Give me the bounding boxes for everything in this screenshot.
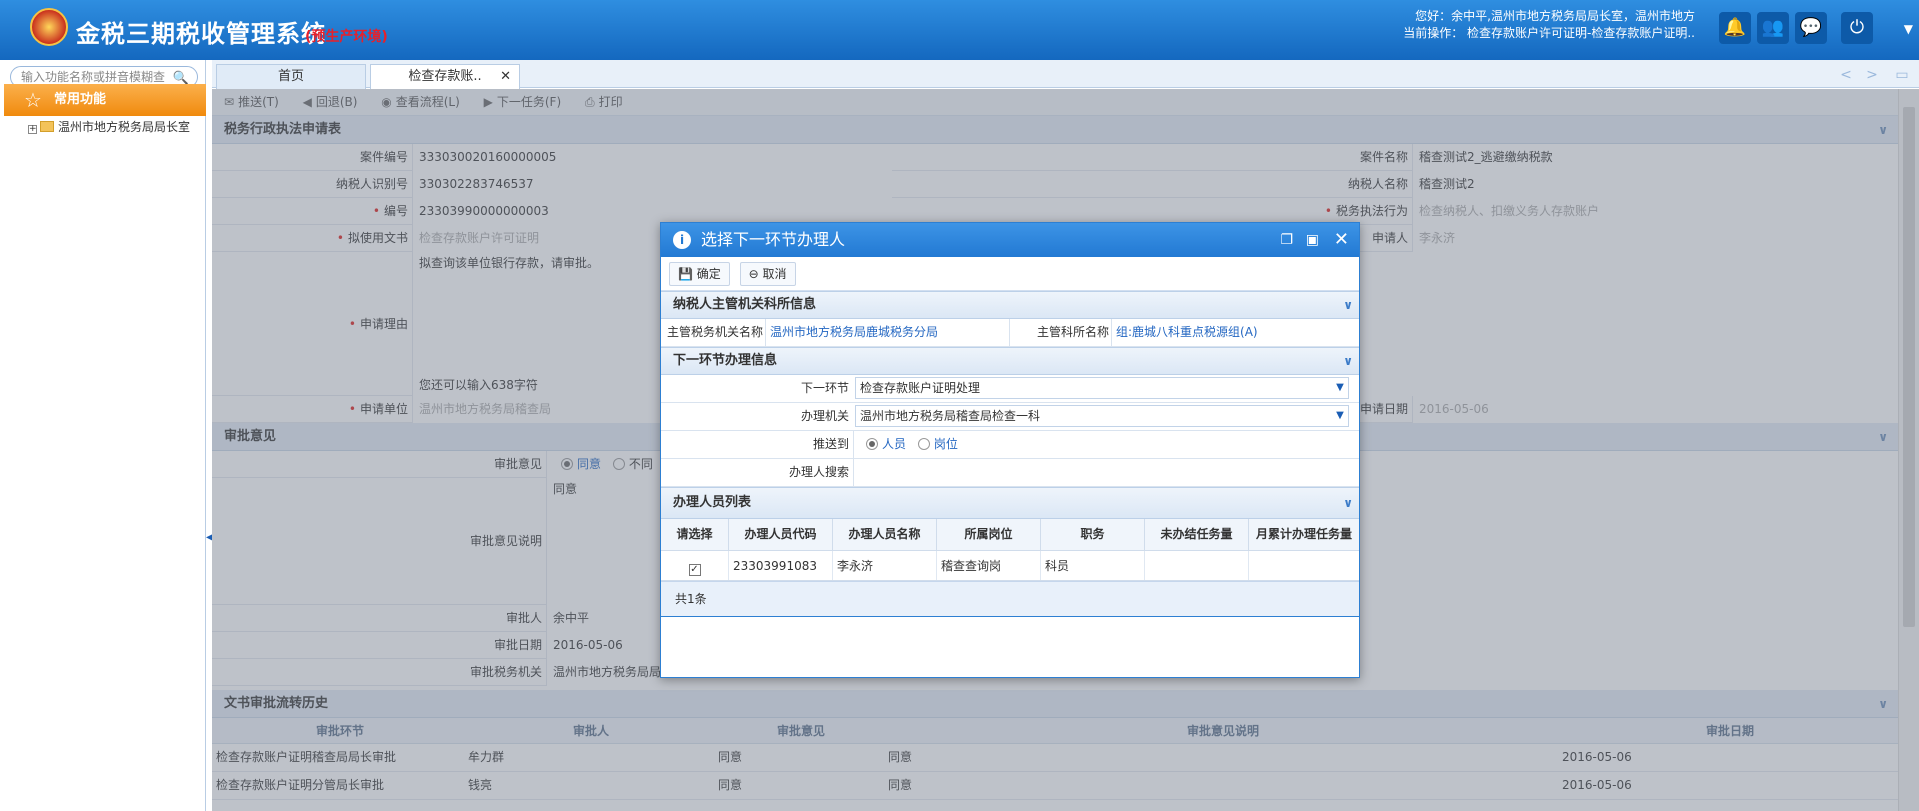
handler-search-input[interactable] bbox=[853, 459, 1359, 486]
cancel-icon: ⊖ bbox=[748, 267, 759, 281]
handler-name-cell: 李永济 bbox=[833, 551, 937, 580]
expand-icon[interactable]: + bbox=[28, 125, 37, 134]
handler-title-cell: 科员 bbox=[1041, 551, 1145, 580]
grid-header-cell: 职务 bbox=[1041, 519, 1145, 550]
select-handler-dialog: i 选择下一环节办理人 ❐ ▣ ✕ 💾 确定 ⊖ 取消 纳税人主管机关科所信息 ∨… bbox=[660, 222, 1360, 678]
chevron-down-icon[interactable]: ∨ bbox=[1343, 292, 1353, 318]
tab-label: 首页 bbox=[277, 69, 304, 84]
dept-value: 组:鹿城八科重点税源组(A) bbox=[1111, 319, 1359, 346]
bell-icon[interactable]: 🔔 bbox=[1719, 12, 1751, 44]
chevron-down-icon[interactable]: ▼ bbox=[1904, 22, 1913, 36]
handler-post-cell: 稽查查询岗 bbox=[937, 551, 1041, 580]
person-radio[interactable] bbox=[866, 438, 878, 450]
tab-label: 检查存款账.. bbox=[408, 69, 482, 84]
dialog-titlebar[interactable]: i 选择下一环节办理人 ❐ ▣ ✕ bbox=[661, 223, 1359, 257]
row-checkbox[interactable]: ✓ bbox=[688, 564, 701, 576]
handler-code-cell: 23303991083 bbox=[729, 551, 833, 580]
grid-header-cell: 办理人员代码 bbox=[729, 519, 833, 550]
common-functions-header[interactable]: ☆ 常用功能 bbox=[4, 84, 206, 116]
dropdown-arrow-icon[interactable]: ▼ bbox=[1332, 378, 1348, 398]
post-label: 岗位 bbox=[933, 437, 958, 451]
push-to-row: 推送到 人员 岗位 bbox=[661, 431, 1359, 459]
tab-home[interactable]: 首页 bbox=[216, 64, 366, 89]
office-select[interactable]: 温州市地方税务局稽查局检查一科 ▼ bbox=[855, 405, 1349, 427]
close-icon[interactable]: ✕ bbox=[500, 65, 511, 89]
chevron-down-icon[interactable]: ∨ bbox=[1343, 348, 1353, 374]
auth-label: 主管税务机关名称 bbox=[661, 319, 763, 346]
user-greeting: 您好：余中平,温州市地方税务局局长室，温州市地方 bbox=[1415, 9, 1695, 23]
app-header: 金税三期税收管理系统 (预生产环境) 您好：余中平,温州市地方税务局局长室，温州… bbox=[0, 0, 1919, 60]
handler-search-label: 办理人搜索 bbox=[661, 459, 849, 486]
push-to-label: 推送到 bbox=[661, 431, 849, 458]
app-title: 金税三期税收管理系统 bbox=[76, 20, 326, 48]
select-cell: ✓ bbox=[661, 551, 729, 580]
grid-header-cell: 办理人员名称 bbox=[833, 519, 937, 550]
office-value: 温州市地方税务局稽查局检查一科 bbox=[860, 409, 1041, 423]
grid-header-cell: 所属岗位 bbox=[937, 519, 1041, 550]
next-step-select[interactable]: 检查存款账户证明处理 ▼ bbox=[855, 377, 1349, 399]
total-count: 共1条 bbox=[675, 592, 707, 606]
chat-icon[interactable]: 💬 bbox=[1795, 12, 1827, 44]
sidebar: 输入功能名称或拼音模糊查 🔍 ☆ 常用功能 + 温州市地方税务局局长室 ◀ bbox=[0, 60, 214, 811]
office-row: 办理机关 温州市地方税务局稽查局检查一科 ▼ bbox=[661, 403, 1359, 431]
tree-item-director-office[interactable]: + 温州市地方税务局局长室 bbox=[28, 116, 190, 138]
search-row: 办理人搜索 bbox=[661, 459, 1359, 487]
star-icon: ☆ bbox=[24, 88, 42, 112]
confirm-button[interactable]: 💾 确定 bbox=[669, 262, 730, 286]
dialog-title: 选择下一环节办理人 bbox=[701, 230, 846, 249]
dept-label: 主管科所名称 bbox=[1009, 319, 1109, 346]
current-operation: 当前操作： 检查存款账户许可证明-检查存款账户证明.. bbox=[1403, 26, 1695, 40]
grid-header-cell: 月累计办理任务量 bbox=[1255, 527, 1352, 541]
power-icon[interactable]: ⏻ bbox=[1841, 12, 1873, 44]
tree-item-label: 温州市地方税务局局长室 bbox=[58, 120, 191, 134]
push-to-radios: 人员 岗位 bbox=[853, 431, 1359, 458]
chevron-left-icon[interactable]: < bbox=[1833, 64, 1859, 86]
monthly-tasks-cell bbox=[1249, 551, 1359, 580]
auth-value: 温州市地方税务局鹿城税务分局 bbox=[765, 319, 1009, 346]
office-label: 办理机关 bbox=[661, 403, 849, 430]
handler-list-section-title: 办理人员列表 ∨ bbox=[661, 487, 1359, 519]
next-step-section-title: 下一环节办理信息 ∨ bbox=[661, 347, 1359, 375]
close-icon[interactable]: ✕ bbox=[1334, 223, 1349, 257]
next-step-row: 下一环节 检查存款账户证明处理 ▼ bbox=[661, 375, 1359, 403]
authority-section-title: 纳税人主管机关科所信息 ∨ bbox=[661, 291, 1359, 319]
authority-row: 主管税务机关名称 温州市地方税务局鹿城税务分局 主管科所名称 组:鹿城八科重点税… bbox=[661, 319, 1359, 347]
handler-grid-header: 请选择 办理人员代码 办理人员名称 所属岗位 职务 未办结任务量 月累计办理任务… bbox=[661, 519, 1359, 551]
maximize-icon[interactable]: ▣ bbox=[1306, 223, 1319, 257]
chevron-down-icon[interactable]: ∨ bbox=[1343, 488, 1353, 518]
window-icon[interactable]: ▭ bbox=[1889, 64, 1915, 86]
users-icon[interactable]: 👥 bbox=[1757, 12, 1789, 44]
grid-footer: 共1条 bbox=[661, 581, 1359, 617]
confirm-label: 确定 bbox=[696, 267, 721, 281]
info-icon: i bbox=[673, 231, 691, 249]
cancel-button[interactable]: ⊖ 取消 bbox=[739, 262, 796, 286]
restore-icon[interactable]: ❐ bbox=[1280, 223, 1293, 257]
tab-check-deposit[interactable]: 检查存款账.. ✕ bbox=[370, 64, 520, 89]
tab-bar: 首页 检查存款账.. ✕ < > ▭ bbox=[212, 60, 1919, 89]
search-placeholder: 输入功能名称或拼音模糊查 bbox=[21, 70, 166, 84]
next-step-label: 下一环节 bbox=[661, 375, 849, 402]
table-row[interactable]: ✓ 23303991083 李永济 稽查查询岗 科员 bbox=[661, 551, 1359, 581]
grid-header-cell: 未办结任务量 bbox=[1145, 519, 1249, 550]
chevron-right-icon[interactable]: > bbox=[1859, 64, 1885, 86]
folder-icon bbox=[40, 121, 54, 132]
dropdown-arrow-icon[interactable]: ▼ bbox=[1332, 406, 1348, 426]
dialog-toolbar: 💾 确定 ⊖ 取消 bbox=[661, 257, 1359, 291]
next-step-value: 检查存款账户证明处理 bbox=[860, 381, 981, 395]
environment-tag: (预生产环境) bbox=[305, 29, 388, 45]
cancel-label: 取消 bbox=[762, 267, 787, 281]
tax-emblem-logo bbox=[30, 8, 68, 46]
person-label: 人员 bbox=[882, 437, 907, 451]
save-icon: 💾 bbox=[678, 267, 693, 281]
post-radio[interactable] bbox=[917, 438, 930, 450]
pending-tasks-cell bbox=[1145, 551, 1249, 580]
grid-header-cell: 请选择 bbox=[661, 519, 729, 550]
common-functions-label: 常用功能 bbox=[54, 92, 107, 107]
